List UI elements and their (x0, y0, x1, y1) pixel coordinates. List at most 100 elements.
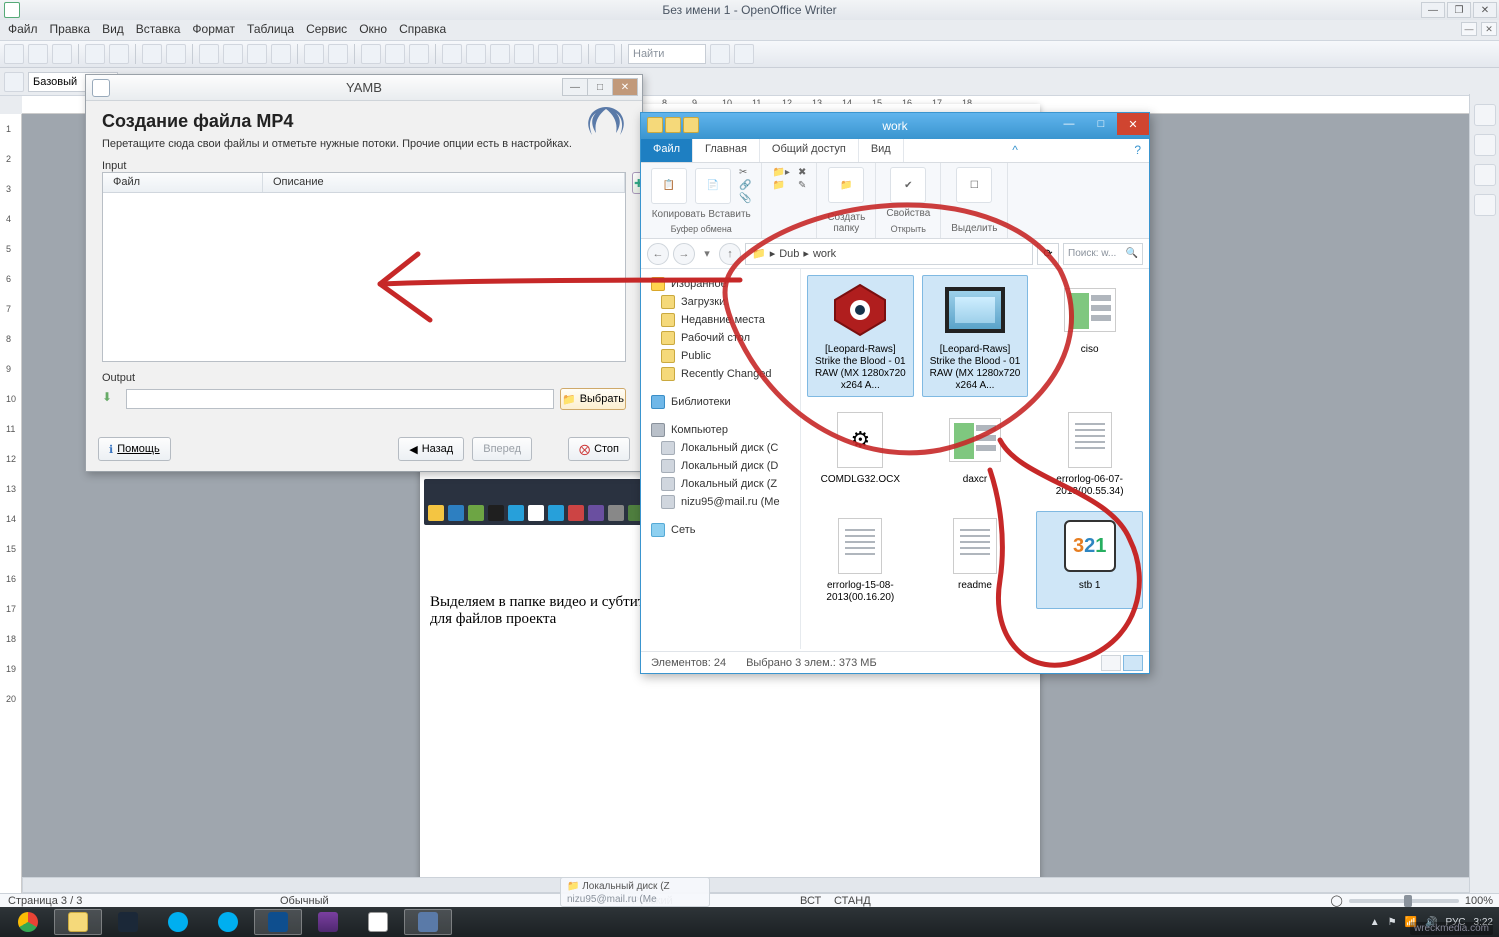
horizontal-scrollbar[interactable] (22, 877, 1477, 893)
redo-button[interactable] (328, 44, 348, 64)
tray-up-icon[interactable]: ▲ (1370, 917, 1380, 928)
nav-up-button[interactable]: ↑ (719, 243, 741, 265)
writer-maximize-button[interactable]: ❐ (1447, 2, 1471, 18)
navigator-button[interactable] (466, 44, 486, 64)
explorer-maximize-button[interactable]: □ (1085, 113, 1117, 135)
taskbar-openoffice[interactable] (254, 909, 302, 935)
explorer-files-pane[interactable]: [Leopard-Raws] Strike the Blood - 01 RAW… (801, 269, 1149, 649)
find-box[interactable]: Найти (628, 44, 706, 64)
status-sel[interactable]: СТАНД (834, 895, 871, 907)
ribbon-copypath-icon[interactable]: 🔗 (739, 180, 751, 191)
yamb-titlebar[interactable]: YAMB — □ ✕ (86, 75, 642, 101)
nav-forward-button[interactable]: → (673, 243, 695, 265)
yamb-browse-button[interactable]: 📁Выбрать (560, 388, 626, 410)
yamb-close-button[interactable]: ✕ (612, 78, 638, 96)
yamb-stop-button[interactable]: ⨂Стоп (568, 437, 630, 461)
ribbon-cut-icon[interactable]: ✂ (739, 167, 751, 178)
rename-icon[interactable]: ✎ (798, 180, 806, 191)
qat-icon[interactable] (647, 117, 663, 133)
gallery-button[interactable] (490, 44, 510, 64)
file-item[interactable]: [Leopard-Raws] Strike the Blood - 01 RAW… (922, 275, 1029, 397)
menu-edit[interactable]: Правка (50, 22, 91, 38)
taskbar-skype-2[interactable] (204, 909, 252, 935)
table-button[interactable] (385, 44, 405, 64)
yamb-minimize-button[interactable]: — (562, 78, 588, 96)
show-draw-button[interactable] (409, 44, 429, 64)
menu-view[interactable]: Вид (102, 22, 124, 38)
save-button[interactable] (52, 44, 72, 64)
status-style[interactable]: Обычный (280, 895, 329, 907)
yamb-col-desc[interactable]: Описание (263, 173, 625, 192)
taskbar-skype-1[interactable] (154, 909, 202, 935)
delete-icon[interactable]: ✖ (798, 167, 806, 178)
nav-history-button[interactable]: ▾ (699, 243, 715, 265)
copyto-icon[interactable]: 📁 (772, 180, 789, 191)
writer-close-button[interactable]: ✕ (1473, 2, 1497, 18)
ribbon-help-button[interactable]: ? (1126, 139, 1149, 162)
menu-help[interactable]: Справка (399, 22, 446, 38)
autocheck-button[interactable] (166, 44, 186, 64)
menu-insert[interactable]: Вставка (136, 22, 181, 38)
view-details-button[interactable] (1101, 655, 1121, 671)
explorer-titlebar[interactable]: work — □ ✕ (641, 113, 1149, 139)
writer-minimize-button[interactable]: — (1421, 2, 1445, 18)
tab-share[interactable]: Общий доступ (760, 139, 859, 162)
file-item[interactable]: errorlog-15-08-2013(00.16.20) (807, 511, 914, 609)
vertical-ruler[interactable]: 123 456 789 101112 131415 161718 1920 (0, 114, 22, 893)
format-paintbrush-button[interactable] (271, 44, 291, 64)
newfolder-button[interactable]: 📁 (828, 167, 864, 203)
file-item[interactable]: errorlog-06-07-2013(00.55.34) (1036, 405, 1143, 503)
taskbar-yamb[interactable] (404, 909, 452, 935)
properties-button[interactable]: ✔ (890, 167, 926, 203)
sidepanel-navigator-icon[interactable] (1474, 194, 1496, 216)
sidepanel-styles-icon[interactable] (1474, 134, 1496, 156)
menu-tools[interactable]: Сервис (306, 22, 347, 38)
windows-taskbar[interactable]: ▲ ⚑ 📶 🔊 РУС 3:22 (0, 907, 1499, 937)
taskbar-steam[interactable] (104, 909, 152, 935)
explorer-close-button[interactable]: ✕ (1117, 113, 1149, 135)
yamb-back-button[interactable]: ◀ Назад (398, 437, 464, 461)
address-path[interactable]: 📁▸Dub▸work (745, 243, 1033, 265)
yamb-output-field[interactable] (126, 389, 554, 409)
cut-button[interactable] (199, 44, 219, 64)
help-button[interactable] (595, 44, 615, 64)
new-doc-button[interactable] (4, 44, 24, 64)
yamb-forward-button[interactable]: Вперед (472, 437, 532, 461)
search-field[interactable]: Поиск: w...🔍 (1063, 243, 1143, 265)
file-item[interactable]: daxcr (922, 405, 1029, 503)
explorer-minimize-button[interactable]: — (1053, 113, 1085, 135)
yamb-file-list[interactable]: Файл Описание (102, 172, 626, 362)
status-ins[interactable]: ВСТ (800, 895, 821, 907)
menu-format[interactable]: Формат (192, 22, 235, 38)
ribbon-paste-button[interactable]: 📄 (695, 168, 731, 204)
writer-menubar[interactable]: Файл Правка Вид Вставка Формат Таблица С… (0, 20, 1499, 40)
tab-home[interactable]: Главная (693, 139, 760, 162)
tab-file[interactable]: Файл (641, 139, 693, 162)
copy-button[interactable] (223, 44, 243, 64)
doc-close-button[interactable]: ✕ (1481, 22, 1497, 36)
export-pdf-button[interactable] (85, 44, 105, 64)
print-button[interactable] (109, 44, 129, 64)
tab-view[interactable]: Вид (859, 139, 904, 162)
styles-button[interactable] (4, 72, 24, 92)
zoom-control[interactable]: ◯100% (1331, 894, 1493, 907)
ribbon-pasteshortcut-icon[interactable]: 📎 (739, 193, 751, 204)
refresh-button[interactable]: ⟳ (1037, 243, 1059, 265)
doc-minimize-button[interactable]: — (1461, 22, 1477, 36)
file-item[interactable]: ciso (1036, 275, 1143, 397)
yamb-maximize-button[interactable]: □ (587, 78, 613, 96)
yamb-help-button[interactable]: ℹПомощь (98, 437, 171, 461)
zoom-button[interactable] (562, 44, 582, 64)
open-button[interactable] (28, 44, 48, 64)
taskbar-explorer[interactable] (54, 909, 102, 935)
nav-back-button[interactable]: ← (647, 243, 669, 265)
menu-file[interactable]: Файл (8, 22, 38, 38)
datasources-button[interactable] (514, 44, 534, 64)
qat-icon[interactable] (683, 117, 699, 133)
taskbar-winrar[interactable] (304, 909, 352, 935)
ribbon-collapse-button[interactable]: ^ (1004, 139, 1026, 162)
find-next-button[interactable] (710, 44, 730, 64)
spellcheck-button[interactable] (142, 44, 162, 64)
nonprinting-button[interactable] (538, 44, 558, 64)
explorer-tree[interactable]: Избранное Загрузки Недавние места Рабочи… (641, 269, 801, 649)
